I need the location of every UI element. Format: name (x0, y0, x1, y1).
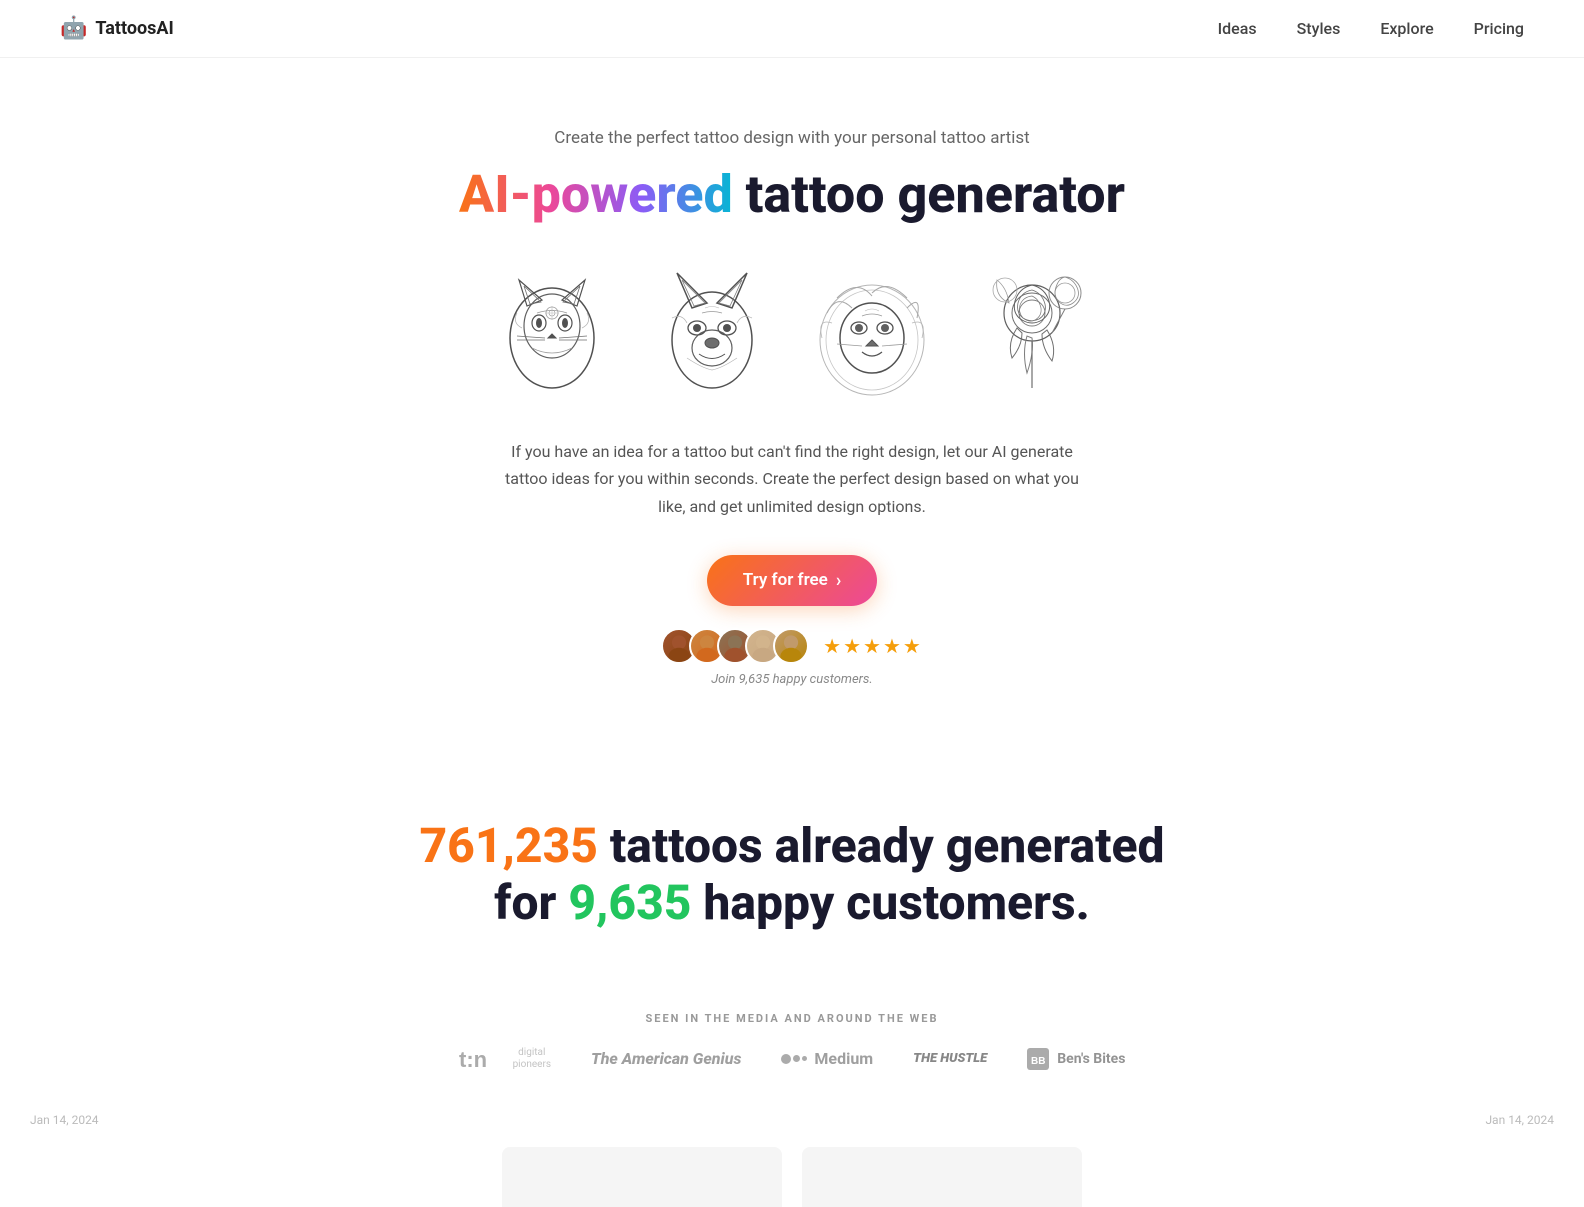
hero-title-rest: tattoo generator (733, 164, 1125, 225)
svg-text:t:n: t:n (459, 1047, 487, 1072)
social-proof: ★★★★★ (20, 628, 1564, 664)
media-label: SEEN IN THE MEDIA AND AROUND THE WEB (20, 1012, 1564, 1025)
cta-arrow-icon: › (836, 570, 841, 591)
date-left: Jan 14, 2024 (30, 1113, 99, 1127)
avatar-group (661, 628, 809, 664)
star-icons: ★★★★★ (823, 634, 923, 658)
tattoo-lion (802, 253, 942, 408)
tattoo-wolf (642, 253, 782, 408)
preview-card-right (802, 1147, 1082, 1207)
tattoo-roses (962, 253, 1102, 408)
tattoo-examples (20, 253, 1564, 408)
stats-section: 761,235 tattoos already generated for 9,… (0, 737, 1584, 982)
medium-dots-icon (781, 1054, 807, 1064)
hero-subtitle: Create the perfect tattoo design with yo… (20, 128, 1564, 148)
navbar: 🤖 TattoosAI Ideas Styles Explore Pricing (0, 0, 1584, 58)
nav-link-styles[interactable]: Styles (1297, 19, 1341, 38)
bottom-dates: Jan 14, 2024 Jan 14, 2024 (0, 1103, 1584, 1137)
media-section: SEEN IN THE MEDIA AND AROUND THE WEB t:n… (0, 982, 1584, 1103)
media-logo-medium: Medium (781, 1049, 873, 1068)
logo-text: TattoosAI (95, 18, 173, 39)
cta-button[interactable]: Try for free › (707, 555, 878, 606)
media-logos: t:n digitalpioneers The American Genius … (20, 1045, 1564, 1073)
date-right: Jan 14, 2024 (1485, 1113, 1554, 1127)
logo-icon: 🤖 (60, 16, 87, 41)
preview-card-left (502, 1147, 782, 1207)
hero-section: Create the perfect tattoo design with yo… (0, 58, 1584, 737)
nav-links: Ideas Styles Explore Pricing (1218, 19, 1524, 38)
stat-number-1: 761,235 (419, 817, 597, 874)
hero-title-colored: AI-powered (459, 164, 733, 225)
media-logo-bens-bites: BB Ben's Bites (1027, 1048, 1125, 1070)
hero-title: AI-powered tattoo generator (20, 166, 1564, 223)
stat-number-2: 9,635 (568, 874, 691, 931)
cta-label: Try for free (743, 570, 828, 590)
avatar-5 (773, 628, 809, 664)
nav-link-explore[interactable]: Explore (1380, 19, 1433, 38)
stars-rating: ★★★★★ (823, 634, 923, 658)
nav-link-ideas[interactable]: Ideas (1218, 19, 1257, 38)
social-count-text: Join 9,635 happy customers. (20, 672, 1564, 687)
stat-text-3: happy customers. (691, 874, 1089, 931)
hero-description: If you have an idea for a tattoo but can… (492, 438, 1092, 520)
svg-text:BB: BB (1031, 1056, 1045, 1067)
stats-headline: 761,235 tattoos already generated for 9,… (20, 817, 1564, 932)
tn-subtitle: digitalpioneers (513, 1047, 551, 1071)
logo[interactable]: 🤖 TattoosAI (60, 16, 174, 41)
stat-text-1: tattoos already generated (598, 817, 1165, 874)
nav-link-pricing[interactable]: Pricing (1474, 19, 1524, 38)
media-logo-hustle: the HUSTLE (913, 1051, 987, 1066)
media-logo-american-genius: The American Genius (591, 1049, 741, 1068)
media-logo-tn: t:n digitalpioneers (459, 1045, 551, 1073)
tattoo-cat (482, 253, 622, 408)
stat-text-2: for (494, 874, 568, 931)
bottom-preview-cards (0, 1137, 1584, 1207)
